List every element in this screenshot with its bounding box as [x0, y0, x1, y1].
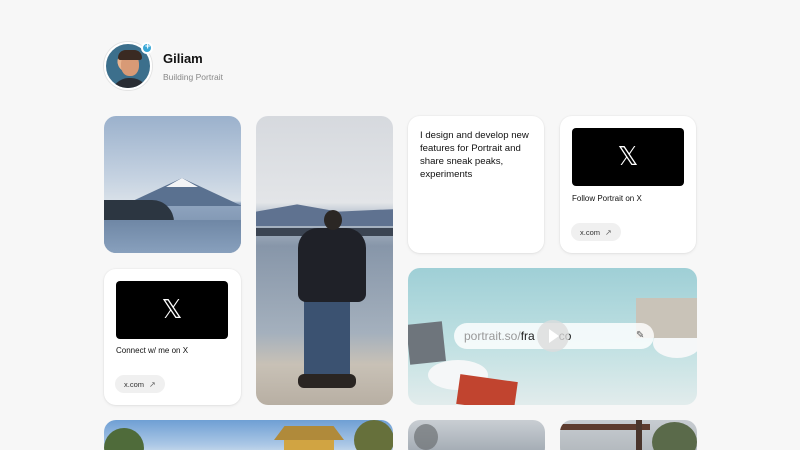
temple-photo-card[interactable] — [104, 420, 393, 450]
video-card[interactable]: portrait.so/fraco ✎ — [408, 268, 697, 405]
mountain-snowcap — [166, 178, 198, 187]
wood-post — [636, 420, 642, 450]
avatar-hair — [118, 50, 142, 60]
temple-wall — [284, 440, 334, 450]
branch — [414, 424, 438, 450]
x-logo-box: 𝕏 — [116, 281, 228, 339]
x-follow-card[interactable]: 𝕏 Follow Portrait on X x.com ↗ — [560, 116, 696, 253]
person-body — [298, 228, 366, 302]
photo-frame — [408, 321, 446, 365]
person-legs — [304, 296, 350, 378]
x-connect-label: Connect w/ me on X — [116, 346, 189, 355]
x-logo-icon: 𝕏 — [617, 142, 639, 172]
x-connect-card[interactable]: 𝕏 Connect w/ me on X x.com ↗ — [104, 269, 241, 405]
add-badge-icon[interactable] — [141, 41, 153, 54]
url-slug: fra — [520, 329, 535, 343]
profile-subtitle: Building Portrait — [163, 72, 224, 82]
x-follow-label: Follow Portrait on X — [572, 194, 642, 203]
person-photo-card[interactable] — [256, 116, 393, 405]
person-head — [324, 210, 342, 230]
photo-card[interactable] — [560, 420, 697, 450]
x-connect-link-button[interactable]: x.com ↗ — [115, 375, 165, 393]
text-card-body: I design and develop new features for Po… — [420, 130, 529, 180]
photo-frame — [456, 374, 518, 405]
x-logo-box: 𝕏 — [572, 128, 684, 186]
arrow-up-right-icon: ↗ — [605, 227, 612, 237]
lake — [104, 220, 241, 253]
link-text: x.com — [580, 227, 601, 237]
tree — [104, 428, 144, 450]
tree — [652, 422, 697, 450]
play-button[interactable] — [537, 320, 569, 352]
mountain-photo-card[interactable] — [104, 116, 241, 253]
profile-header: Giliam Building Portrait — [104, 42, 223, 90]
x-follow-link-button[interactable]: x.com ↗ — [571, 223, 621, 241]
person-feet — [298, 374, 356, 388]
edit-icon[interactable]: ✎ — [636, 330, 644, 341]
photo-card[interactable] — [408, 420, 545, 450]
avatar-shirt — [111, 78, 149, 88]
profile-text: Giliam Building Portrait — [163, 50, 223, 82]
link-text: x.com — [124, 379, 145, 389]
url-prefix: portrait.so/ — [464, 329, 521, 343]
text-card[interactable]: I design and develop new features for Po… — [408, 116, 544, 253]
temple-roof — [274, 426, 344, 440]
x-logo-icon: 𝕏 — [161, 295, 183, 325]
tree-line — [104, 200, 174, 222]
tree — [354, 420, 393, 450]
profile-name: Giliam — [163, 51, 203, 66]
arrow-up-right-icon: ↗ — [149, 379, 156, 389]
